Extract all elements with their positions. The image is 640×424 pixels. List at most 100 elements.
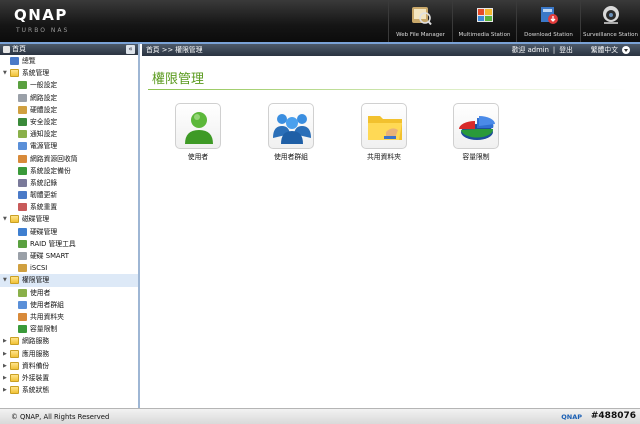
tile-user-groups[interactable]: 使用者群組 bbox=[261, 103, 321, 161]
sidebar-item[interactable]: ▶ 網路服務 bbox=[0, 335, 138, 347]
item-icon bbox=[18, 203, 27, 212]
sidebar-item-label: 磁碟管理 bbox=[22, 215, 50, 224]
app-launcher: Web File Manager Multimedia Station Down… bbox=[388, 0, 640, 42]
collapse-sidebar-button[interactable]: « bbox=[126, 45, 135, 54]
app-label: Download Station bbox=[524, 32, 573, 38]
chevron-right-icon[interactable]: ▶ bbox=[3, 348, 7, 360]
sidebar-item[interactable]: ▶ 應用服務 bbox=[0, 348, 138, 360]
copyright-text: © QNAP, All Rights Reserved bbox=[11, 413, 110, 421]
language-selector[interactable]: 繁體中文 bbox=[591, 44, 618, 56]
sidebar-item[interactable]: 使用者 bbox=[0, 287, 138, 299]
sidebar-item[interactable]: 硬碟 SMART bbox=[0, 250, 138, 262]
tile-icon-box bbox=[453, 103, 499, 149]
top-header: QNAP TURBO NAS Web File Manager Multimed… bbox=[0, 0, 640, 42]
sidebar-item-label: 資料備份 bbox=[22, 361, 50, 370]
item-icon bbox=[18, 227, 27, 236]
tile-quota[interactable]: 容量限制 bbox=[446, 103, 506, 161]
sidebar-item-label: 權限管理 bbox=[22, 276, 50, 285]
sidebar-item[interactable]: ▼ 系統管理 bbox=[0, 67, 138, 79]
sidebar-item-label: 電源管理 bbox=[30, 142, 58, 151]
sidebar-item[interactable]: ▼ 磁碟管理 bbox=[0, 213, 138, 225]
item-icon bbox=[18, 81, 27, 90]
sidebar-item[interactable]: ▼ 權限管理 bbox=[0, 274, 138, 287]
sidebar-item-label: 安全設定 bbox=[30, 117, 58, 126]
chevron-down-icon[interactable] bbox=[622, 46, 630, 54]
chevron-down-icon[interactable]: ▼ bbox=[3, 213, 7, 225]
sidebar-item[interactable]: 安全設定 bbox=[0, 116, 138, 128]
sidebar-item-label: 通知設定 bbox=[30, 130, 58, 139]
surveillance-station-button[interactable]: Surveillance Station bbox=[580, 0, 640, 42]
sidebar-item-label: 網路服務 bbox=[22, 337, 50, 346]
sidebar-item[interactable]: 韌體更新 bbox=[0, 189, 138, 201]
sidebar-item[interactable]: ▶ 資料備份 bbox=[0, 360, 138, 372]
chevron-down-icon[interactable]: ▼ bbox=[3, 274, 7, 286]
sidebar-item[interactable]: ▶ 外接裝置 bbox=[0, 372, 138, 384]
sidebar-item[interactable]: 一般設定 bbox=[0, 79, 138, 91]
item-icon bbox=[18, 105, 27, 114]
sidebar-item-label: 系統重置 bbox=[30, 203, 58, 212]
sidebar-item[interactable]: 網路設定 bbox=[0, 92, 138, 104]
title-divider bbox=[148, 89, 628, 90]
sidebar-item-label: 應用服務 bbox=[22, 349, 50, 358]
sidebar-item[interactable]: 使用者群組 bbox=[0, 299, 138, 311]
sidebar-item[interactable]: 網路資源回收筒 bbox=[0, 153, 138, 165]
sidebar-item-label: 韌體更新 bbox=[30, 191, 58, 200]
sidebar-item[interactable]: 系統重置 bbox=[0, 201, 138, 213]
multimedia-station-button[interactable]: Multimedia Station bbox=[452, 0, 516, 42]
folder-icon bbox=[10, 337, 19, 346]
chevron-right-icon[interactable]: ▶ bbox=[3, 335, 7, 347]
sidebar-item-label: 網路設定 bbox=[30, 93, 58, 102]
sidebar-item-label: 硬碟 SMART bbox=[30, 252, 69, 260]
welcome-text: 歡迎 admin bbox=[511, 46, 549, 54]
sidebar-item[interactable]: iSCSI bbox=[0, 262, 138, 274]
folder-icon bbox=[10, 276, 19, 285]
sidebar-item[interactable]: 系統設定備份 bbox=[0, 165, 138, 177]
sidebar-item-label: 系統狀態 bbox=[22, 386, 50, 395]
sidebar-item[interactable]: 硬碟管理 bbox=[0, 226, 138, 238]
item-icon bbox=[18, 166, 27, 175]
item-icon bbox=[18, 288, 27, 297]
sidebar-title: 首頁 bbox=[12, 45, 26, 53]
chevron-down-icon[interactable]: ▼ bbox=[3, 67, 7, 79]
app-label: Surveillance Station bbox=[582, 32, 639, 38]
sidebar-item-label: 共用資料夾 bbox=[30, 312, 64, 321]
user-area: 歡迎 admin | 登出 繁體中文 bbox=[512, 44, 630, 56]
sidebar-item-label: 硬碟管理 bbox=[30, 227, 58, 236]
surveillance-station-icon bbox=[602, 6, 619, 24]
sidebar: 首頁 « 總覽 ▼ 系統管理一般設定網路設定硬體設定 安全設定通知設定電源管理網路資源… bbox=[0, 44, 140, 408]
tile-shared-folders[interactable]: 共用資料夾 bbox=[354, 103, 414, 161]
tile-icon-box bbox=[361, 103, 407, 149]
tile-users[interactable]: 使用者 bbox=[168, 103, 228, 161]
item-icon bbox=[18, 178, 27, 187]
multimedia-station-icon bbox=[476, 8, 493, 22]
app-label: Web File Manager bbox=[396, 32, 445, 38]
web-file-manager-icon bbox=[411, 7, 432, 26]
sidebar-item[interactable]: 容量限制 bbox=[0, 323, 138, 335]
sidebar-header: 首頁 « bbox=[0, 44, 138, 55]
sidebar-item-label: 一般設定 bbox=[30, 81, 58, 90]
sidebar-item-label: 外接裝置 bbox=[22, 373, 50, 382]
sidebar-item-label: 使用者群組 bbox=[30, 300, 64, 309]
tile-label: 使用者 bbox=[187, 153, 209, 161]
download-station-icon bbox=[540, 7, 558, 24]
sidebar-item[interactable]: 總覽 bbox=[0, 55, 138, 67]
sidebar-item[interactable]: 電源管理 bbox=[0, 140, 138, 152]
chevron-right-icon[interactable]: ▶ bbox=[3, 360, 7, 372]
sidebar-item[interactable]: 硬體設定 bbox=[0, 104, 138, 116]
sidebar-item[interactable]: 系統記錄 bbox=[0, 177, 138, 189]
sidebar-item[interactable]: ▶ 系統狀態 bbox=[0, 384, 138, 396]
sidebar-item[interactable]: RAID 管理工具 bbox=[0, 238, 138, 250]
navigation-tree: 總覽 ▼ 系統管理 一般設定 網路設定 硬體設定 安全設定 通知設定 電源管理 網路資源回收筒 系統… bbox=[0, 55, 138, 396]
chevron-right-icon[interactable]: ▶ bbox=[3, 372, 7, 384]
item-icon bbox=[18, 191, 27, 200]
tile-label: 容量限制 bbox=[462, 153, 490, 161]
sidebar-item-label: 網路資源回收筒 bbox=[30, 154, 78, 163]
footer-qnap-link[interactable]: QNAP bbox=[561, 413, 582, 421]
web-file-manager-button[interactable]: Web File Manager bbox=[388, 0, 452, 42]
logout-link[interactable]: 登出 bbox=[559, 44, 573, 56]
chevron-right-icon[interactable]: ▶ bbox=[3, 384, 7, 396]
download-station-button[interactable]: Download Station bbox=[516, 0, 580, 42]
sidebar-item[interactable]: 共用資料夾 bbox=[0, 311, 138, 323]
sidebar-item[interactable]: 通知設定 bbox=[0, 128, 138, 140]
user-group-icon bbox=[273, 114, 311, 144]
